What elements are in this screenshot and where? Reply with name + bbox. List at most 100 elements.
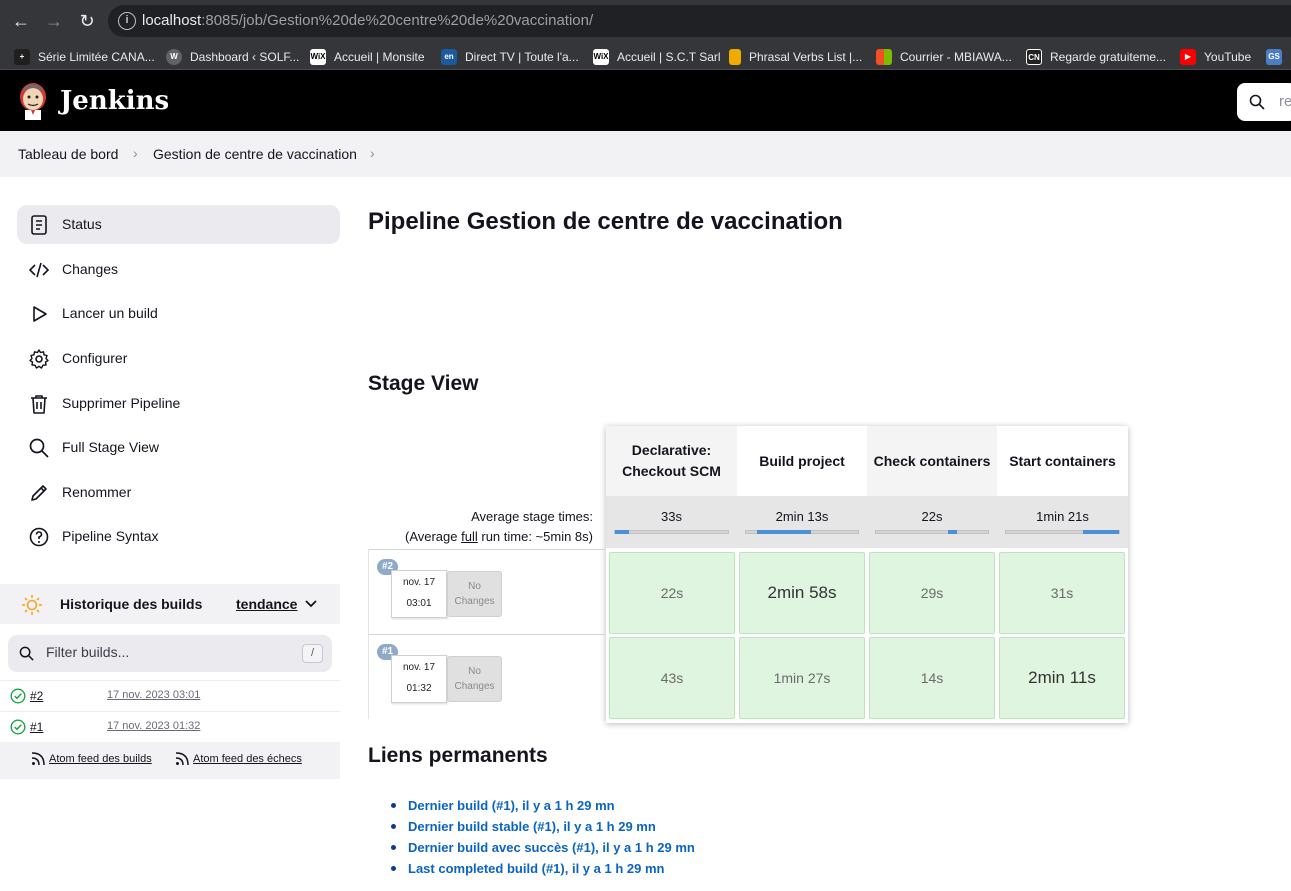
bookmark-item[interactable]: Courrier - MBIAWA... (876, 48, 1012, 66)
stage-cell[interactable]: 1min 27s (739, 637, 865, 719)
chevron-down-icon[interactable] (304, 596, 318, 610)
build-date-link[interactable]: 17 nov. 2023 01:32 (107, 720, 200, 732)
bookmark-item[interactable]: CN Regarde gratuiteme... (1026, 48, 1166, 66)
pencil-icon (31, 485, 47, 501)
avg-progress-fill (615, 530, 629, 534)
avg-progress-bar (614, 530, 729, 534)
search-box[interactable]: re (1237, 83, 1291, 121)
address-bar[interactable]: i localhost:8085/job/Gestion%20de%20cent… (108, 5, 1291, 37)
bookmarks-bar: + Série Limitée CANA... W Dashboard ‹ SOLF… (0, 42, 1291, 70)
sidebar-item-label: Pipeline Syntax (62, 528, 159, 544)
url-text[interactable]: localhost:8085/job/Gestion%20de%20centre… (142, 12, 593, 29)
jenkins-header: Jenkins re (0, 70, 1291, 131)
build-row[interactable]: #1 17 nov. 2023 01:32 (0, 711, 340, 742)
stage-cell[interactable]: 14s (869, 637, 995, 719)
sidebar-item-delete-pipeline[interactable]: Supprimer Pipeline (17, 384, 340, 423)
play-icon (33, 306, 47, 322)
sidebar-item-label: Supprimer Pipeline (62, 395, 181, 411)
avg-time: 1min 21s (1036, 509, 1089, 524)
youtube-icon: ▶ (1180, 49, 1196, 65)
stage-cell[interactable]: 2min 58s (739, 552, 865, 634)
stage-cell[interactable]: 31s (999, 552, 1125, 634)
stage-header-check: Check containers (867, 426, 997, 496)
full-run-link[interactable]: full (461, 529, 478, 544)
filter-builds-input[interactable] (46, 644, 286, 660)
sidebar-item-rename[interactable]: Renommer (17, 473, 340, 512)
help-icon (29, 527, 49, 547)
rss-icon (175, 752, 189, 766)
reload-icon[interactable]: ↻ (76, 10, 98, 32)
build-row[interactable]: #2 17 nov. 2023 03:01 (0, 680, 340, 711)
build-date-link[interactable]: 17 nov. 2023 03:01 (107, 689, 200, 701)
gear-icon (29, 349, 49, 369)
avg-progress-bar (1005, 530, 1120, 534)
wix-icon: WiX (593, 49, 609, 65)
sidebar-item-label: Changes (62, 261, 119, 277)
bookmark-item[interactable]: WiX Accueil | S.C.T Sarl (593, 48, 721, 66)
page-title: Pipeline Gestion de centre de vaccinatio… (368, 208, 843, 235)
permalink-last-stable[interactable]: Dernier build stable (#1), il y a 1 h 29… (391, 819, 695, 840)
app-title[interactable]: Jenkins (60, 86, 169, 116)
permalink-last-successful[interactable]: Dernier build avec succès (#1), il y a 1… (391, 840, 695, 861)
plus-icon: + (14, 49, 30, 65)
bookmark-item[interactable]: W Dashboard ‹ SOLF... (166, 48, 299, 66)
stage-cell[interactable]: 22s (609, 552, 735, 634)
sidebar-item-build-now[interactable]: Lancer un build (17, 294, 340, 333)
browser-toolbar: ← → ↻ i localhost:8085/job/Gestion%20de%… (0, 0, 1291, 42)
run-date: nov. 17 03:01 (391, 570, 447, 618)
code-icon (28, 262, 50, 278)
search-placeholder: re (1279, 93, 1291, 110)
atom-feed-builds-link[interactable]: Atom feed des builds (49, 753, 152, 765)
success-check-icon (10, 688, 26, 704)
stage-cell[interactable]: 43s (609, 637, 735, 719)
bookmark-item[interactable]: en Direct TV | Toute l'a... (441, 48, 579, 66)
build-number-link[interactable]: #1 (30, 720, 43, 734)
sidebar-item-label: Full Stage View (62, 439, 160, 455)
sidebar-item-label: Status (62, 216, 102, 232)
bookmark-item[interactable]: WiX Accueil | Monsite (310, 48, 425, 66)
chevron-right-icon[interactable]: › (370, 145, 375, 161)
sidebar-item-status[interactable]: Status (17, 205, 340, 244)
build-number-link[interactable]: #2 (30, 689, 43, 703)
breadcrumb-job[interactable]: Gestion de centre de vaccination (153, 146, 357, 162)
stage-cell[interactable]: 2min 11s (999, 637, 1125, 719)
jenkins-logo-icon[interactable] (16, 82, 50, 120)
breadcrumb: Tableau de bord › Gestion de centre de v… (0, 131, 1291, 177)
avg-time: 22s (921, 509, 943, 524)
bookmark-item[interactable]: GS (1266, 48, 1290, 66)
avg-cell: 22s (867, 496, 997, 548)
search-icon (29, 438, 49, 458)
forward-arrow-icon[interactable]: → (43, 10, 65, 32)
sidebar-item-configure[interactable]: Configurer (17, 339, 340, 378)
atom-feed-failures-link[interactable]: Atom feed des échecs (193, 753, 302, 765)
build-history-header: Historique des builds tendance (0, 584, 340, 624)
success-check-icon (10, 719, 26, 735)
breadcrumb-dashboard[interactable]: Tableau de bord (18, 146, 118, 162)
sidebar-item-full-stage-view[interactable]: Full Stage View (17, 428, 340, 467)
permalink-last-completed[interactable]: Last completed build (#1), il y a 1 h 29… (391, 861, 695, 882)
back-arrow-icon[interactable]: ← (10, 10, 32, 32)
bookmark-item[interactable]: Phrasal Verbs List |... (729, 48, 862, 66)
sidebar-item-changes[interactable]: Changes (17, 250, 340, 289)
avg-progress-bar (875, 530, 989, 534)
filter-builds-box: / (8, 635, 332, 672)
avg-time: 33s (661, 509, 682, 524)
site-info-icon[interactable]: i (118, 12, 136, 30)
wix-icon: WiX (310, 49, 326, 65)
bookmark-item[interactable]: ▶ YouTube (1180, 48, 1251, 66)
stage-view-heading: Stage View (368, 372, 479, 395)
avg-progress-fill (1082, 530, 1119, 534)
trend-link[interactable]: tendance (236, 596, 297, 612)
run-changes[interactable]: No Changes (447, 656, 502, 702)
sidebar-item-pipeline-syntax[interactable]: Pipeline Syntax (17, 517, 340, 556)
search-icon (1249, 94, 1265, 110)
avg-stage-times-label: Average stage times: (471, 509, 593, 524)
bookmark-item[interactable]: + Série Limitée CANA... (14, 48, 155, 66)
search-icon (19, 646, 34, 661)
run-changes[interactable]: No Changes (447, 571, 502, 617)
wordpress-icon: W (166, 49, 182, 65)
permalink-last-build[interactable]: Dernier build (#1), il y a 1 h 29 mn (391, 798, 695, 819)
stage-header-checkout: Declarative: Checkout SCM (606, 426, 737, 496)
bookmark-icon (729, 49, 741, 65)
stage-cell[interactable]: 29s (869, 552, 995, 634)
